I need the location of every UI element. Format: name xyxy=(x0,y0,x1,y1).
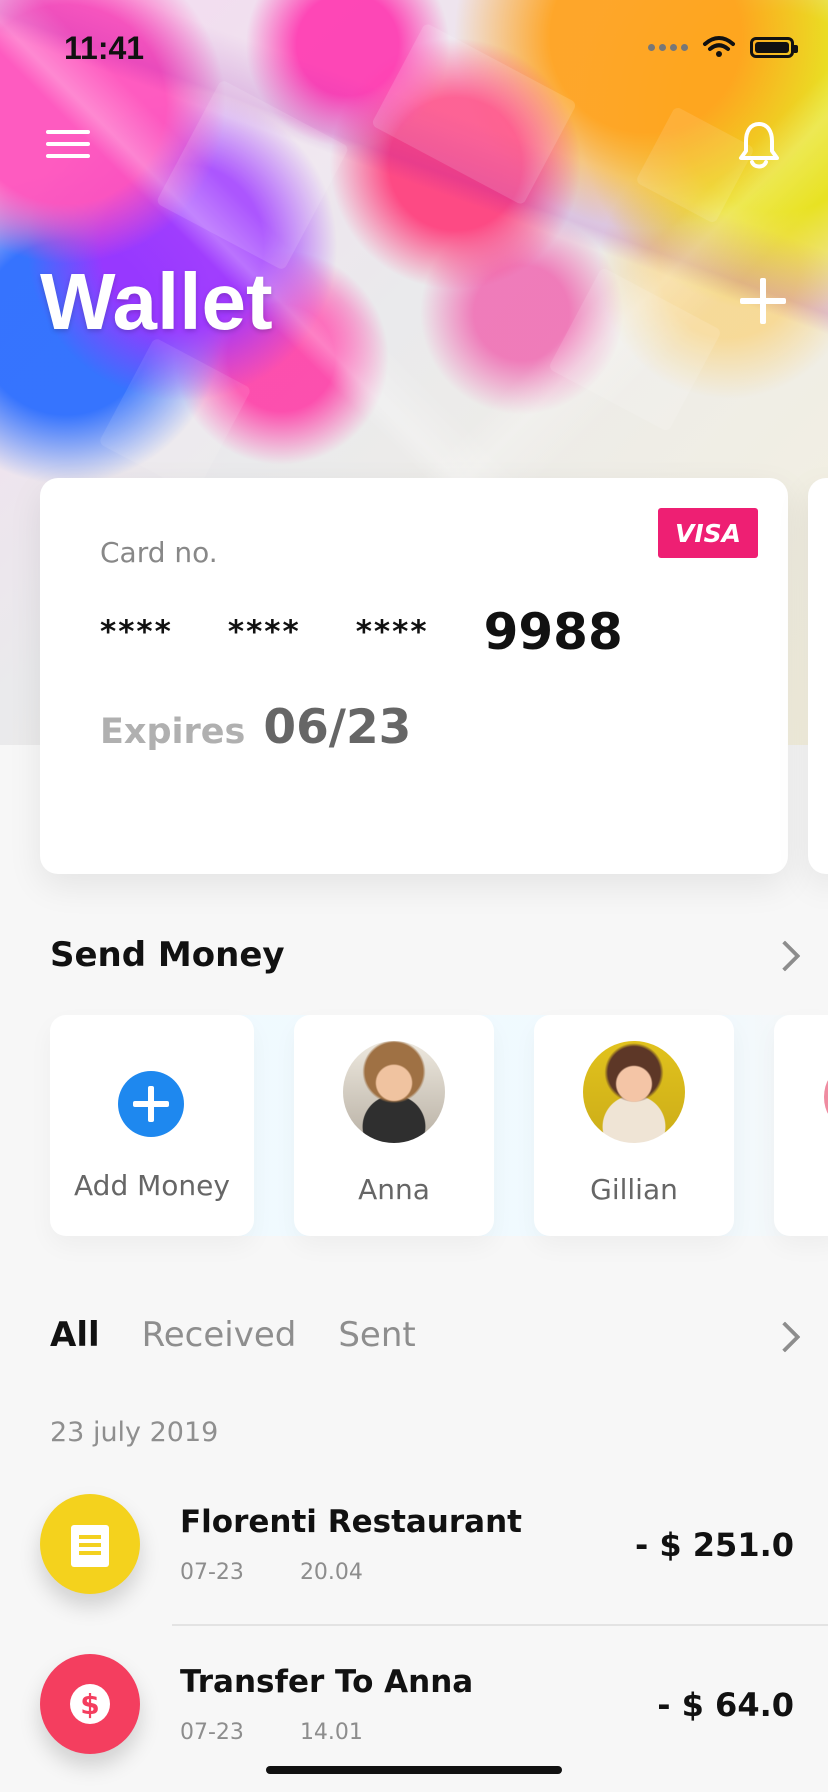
transfer-transaction-icon: $ xyxy=(40,1654,140,1754)
contact-name[interactable]: Anna xyxy=(294,1173,494,1206)
bell-icon[interactable] xyxy=(738,120,780,170)
card-last-four: 9988 xyxy=(483,603,623,661)
transaction-title[interactable]: Florenti Restaurant xyxy=(180,1504,522,1540)
receipt-icon xyxy=(71,1525,109,1567)
status-icons xyxy=(648,36,798,58)
transaction-time: 20.04 xyxy=(299,1560,363,1585)
tab-sent[interactable]: Sent xyxy=(338,1315,415,1355)
transaction-date: 07-23 xyxy=(180,1720,244,1745)
transaction-time: 14.01 xyxy=(299,1720,363,1745)
tab-received[interactable]: Received xyxy=(142,1315,297,1355)
add-money-label[interactable]: Add Money xyxy=(50,1169,254,1202)
expiry-date: 06/23 xyxy=(263,700,412,755)
avatar[interactable] xyxy=(343,1041,445,1143)
contact-card-partial[interactable] xyxy=(774,1015,828,1236)
dollar-icon: $ xyxy=(70,1684,110,1724)
plus-icon[interactable] xyxy=(740,278,786,324)
payment-card[interactable]: VISA Card no. **** **** **** 9988 Expire… xyxy=(40,478,788,874)
transaction-title[interactable]: Transfer To Anna xyxy=(180,1664,473,1700)
card-expiry: Expires 06/23 xyxy=(100,700,411,755)
restaurant-transaction-icon xyxy=(40,1494,140,1594)
masked-card-group: **** xyxy=(355,614,429,650)
contact-name[interactable]: Gillian xyxy=(534,1173,734,1206)
decorative-shape xyxy=(370,22,578,206)
send-money-title: Send Money xyxy=(50,935,285,975)
chevron-right-icon[interactable] xyxy=(769,1321,801,1353)
masked-card-group: **** xyxy=(100,614,173,650)
chevron-right-icon[interactable] xyxy=(769,940,801,972)
transaction-meta: 07-23 20.04 xyxy=(180,1560,363,1585)
plus-icon[interactable] xyxy=(118,1071,184,1137)
transaction-amount: - $ 251.0 xyxy=(634,1526,794,1564)
card-number-label: Card no. xyxy=(100,536,218,569)
transaction-date: 07-23 xyxy=(180,1560,244,1585)
transaction-date: 23 july 2019 xyxy=(50,1417,219,1448)
card-number: **** **** **** 9988 xyxy=(100,603,623,661)
masked-card-group: **** xyxy=(227,614,301,650)
tab-all[interactable]: All xyxy=(50,1315,100,1355)
decorative-shape xyxy=(155,79,350,271)
expires-label: Expires xyxy=(100,712,246,752)
transaction-divider xyxy=(172,1624,828,1626)
decorative-shape xyxy=(547,266,723,433)
home-indicator xyxy=(266,1766,562,1774)
hamburger-icon[interactable] xyxy=(46,130,90,158)
decorative-shape xyxy=(98,337,252,495)
avatar[interactable] xyxy=(583,1041,685,1143)
transaction-tabs: All Received Sent xyxy=(50,1315,416,1355)
next-card-preview[interactable] xyxy=(808,478,828,874)
visa-badge: VISA xyxy=(658,508,758,558)
battery-icon xyxy=(750,36,798,58)
wifi-icon xyxy=(703,36,735,57)
transaction-meta: 07-23 14.01 xyxy=(180,1720,363,1745)
cellular-signal-icon xyxy=(648,43,688,51)
page-title: Wallet xyxy=(40,257,273,346)
transaction-amount: - $ 64.0 xyxy=(657,1686,794,1724)
status-time: 11:41 xyxy=(64,30,145,66)
decorative-shape xyxy=(635,105,755,225)
